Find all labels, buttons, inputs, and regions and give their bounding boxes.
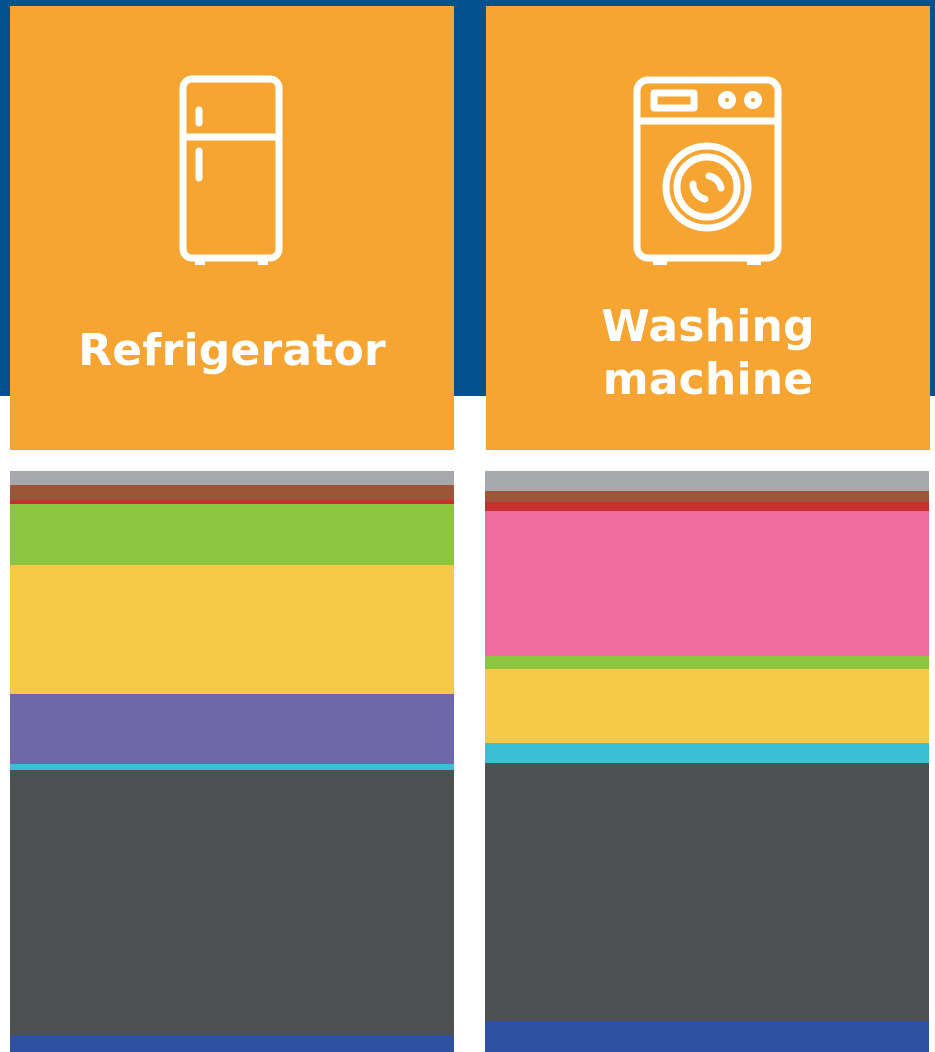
bar-segment	[485, 511, 929, 657]
refrigerator-icon	[179, 75, 283, 265]
bar-segment	[10, 693, 454, 765]
appliance-card-washing-machine: Washing machine	[486, 6, 930, 450]
bar-segment	[10, 471, 454, 486]
bar-segment	[485, 1020, 929, 1052]
bar-segment	[10, 769, 454, 1036]
bar-segment	[10, 564, 454, 695]
bar-segment	[485, 490, 929, 503]
bar-segment	[485, 762, 929, 1022]
stacked-bar-refrigerator	[10, 471, 454, 1052]
bar-segment	[10, 1035, 454, 1052]
bar-segment	[485, 668, 929, 744]
bar-segment	[10, 484, 454, 501]
card-label-refrigerator: Refrigerator	[78, 325, 386, 376]
bar-segment	[485, 743, 929, 764]
bar-segment	[485, 471, 929, 492]
card-label-line: machine	[602, 354, 814, 405]
stacked-bar-washing-machine	[485, 471, 929, 1052]
bar-segment	[10, 504, 454, 566]
card-label-line: Washing	[601, 301, 815, 352]
appliance-card-refrigerator: Refrigerator	[10, 6, 454, 450]
bar-segment	[485, 656, 929, 670]
card-label-washing-machine: Washing machine	[486, 300, 930, 406]
